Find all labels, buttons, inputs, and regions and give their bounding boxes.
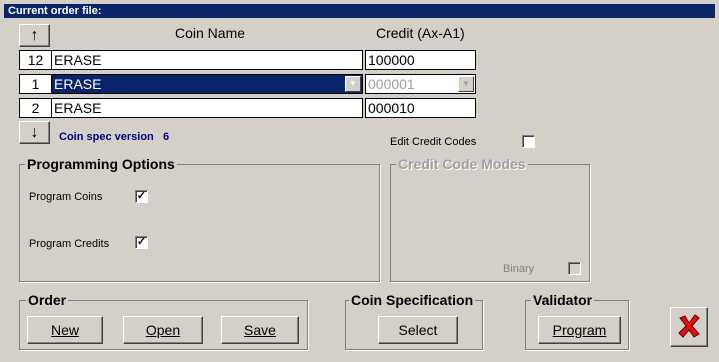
binary-label: Binary — [503, 263, 535, 275]
coin-spec-version-value: 6 — [162, 131, 170, 143]
edit-credit-codes-checkbox[interactable] — [522, 135, 535, 148]
row-index: 12 — [19, 50, 52, 70]
scroll-down-button[interactable]: ↓ — [19, 121, 50, 144]
coin-name-selected: ERASE — [54, 76, 102, 92]
credit-code-modes-title: Credit Code Modes — [396, 156, 528, 172]
program-coins-checkbox[interactable]: ✓ — [135, 190, 148, 203]
programming-options-group — [19, 164, 380, 282]
coin-spec-version: Coin spec version 6 — [59, 131, 169, 143]
save-button-label: Save — [244, 322, 276, 338]
coin-spec-version-label: Coin spec version — [59, 131, 154, 143]
title-bar: Current order file: — [4, 4, 715, 18]
chevron-down-icon[interactable]: ▼ — [345, 76, 361, 92]
binary-checkbox[interactable] — [568, 262, 581, 275]
coin-name-dropdown[interactable]: ERASE ▼ — [51, 74, 363, 94]
credit-value-disabled: 000001 — [368, 76, 415, 92]
row-index: 1 — [19, 74, 52, 94]
scroll-up-button[interactable]: ↑ — [19, 24, 50, 47]
cancel-button[interactable] — [670, 307, 708, 347]
coin-specification-title: Coin Specification — [349, 292, 476, 308]
column-header-credit: Credit (Ax-A1) — [376, 25, 465, 41]
programming-options-title: Programming Options — [25, 156, 177, 172]
select-button-label: Select — [398, 322, 438, 338]
open-button[interactable]: Open — [123, 316, 203, 344]
row-index: 2 — [19, 98, 52, 118]
save-button[interactable]: Save — [221, 316, 299, 344]
arrow-down-icon: ↓ — [30, 123, 39, 141]
coin-name-cell[interactable]: ERASE — [51, 50, 363, 70]
program-button[interactable]: Program — [538, 316, 621, 344]
red-x-icon — [676, 313, 702, 342]
program-credits-label: Program Credits — [29, 238, 110, 250]
chevron-down-icon[interactable]: ▼ — [458, 76, 474, 92]
credit-cell[interactable]: 100000 — [365, 50, 476, 70]
column-header-coin-name: Coin Name — [175, 25, 246, 41]
new-button-label: New — [50, 322, 79, 338]
order-title: Order — [26, 292, 69, 308]
program-button-label: Program — [552, 322, 607, 338]
select-button[interactable]: Select — [378, 316, 458, 344]
new-button[interactable]: New — [27, 316, 103, 344]
coin-name-cell[interactable]: ERASE — [51, 98, 363, 118]
credit-cell[interactable]: 000010 — [365, 98, 476, 118]
credit-code-modes-group — [390, 164, 590, 282]
open-button-label: Open — [145, 322, 181, 338]
edit-credit-codes-label: Edit Credit Codes — [390, 136, 477, 148]
program-coins-label: Program Coins — [29, 191, 103, 203]
arrow-up-icon: ↑ — [30, 26, 39, 44]
program-credits-checkbox[interactable]: ✓ — [135, 236, 148, 249]
credit-dropdown[interactable]: 000001 ▼ — [365, 74, 476, 94]
validator-title: Validator — [531, 292, 595, 308]
